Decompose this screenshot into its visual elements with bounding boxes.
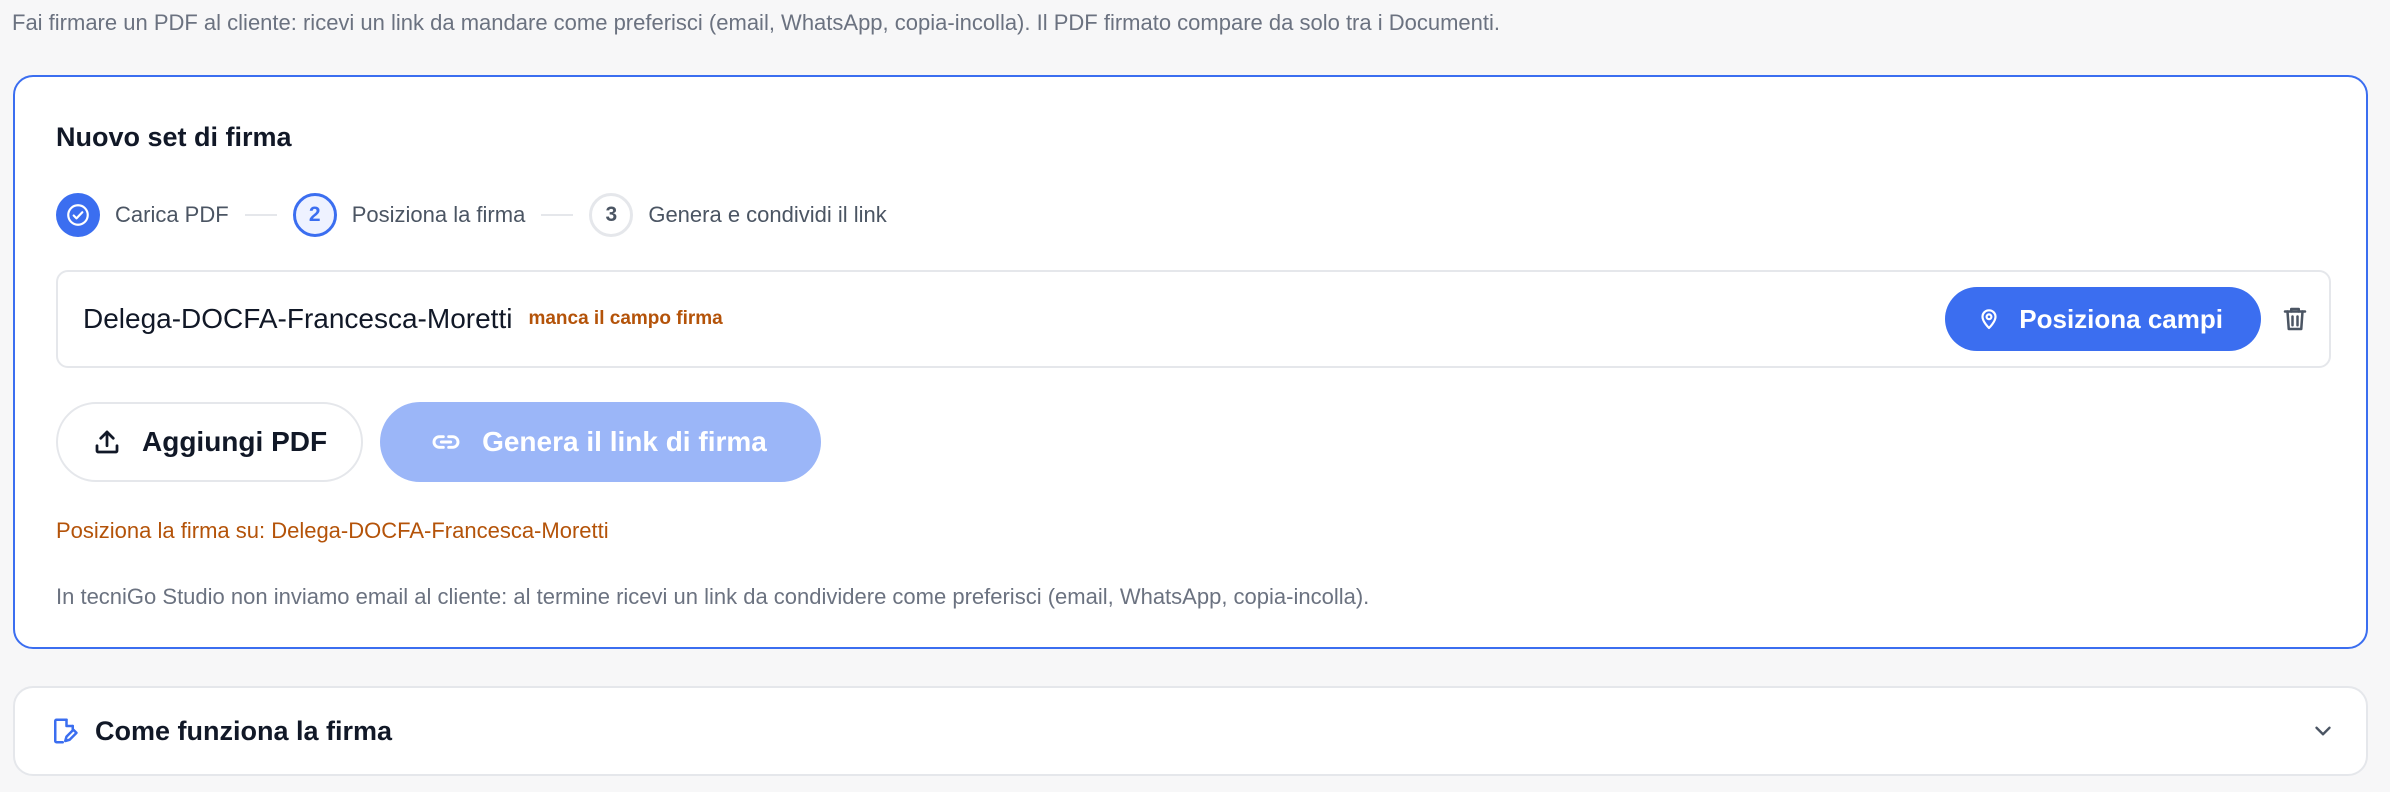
position-fields-button[interactable]: Posiziona campi [1945,287,2261,351]
step-label: Carica PDF [115,202,229,227]
step-label: Genera e condividi il link [648,202,887,227]
add-pdf-label: Aggiungi PDF [142,426,328,457]
generate-signature-link-button[interactable]: Genera il link di firma [380,402,821,482]
document-edit-icon [49,716,79,746]
how-signature-works-accordion[interactable]: Come funziona la firma [13,686,2368,776]
step-label: Posiziona la firma [351,202,526,227]
no-email-note: In tecniGo Studio non inviamo email al c… [56,584,1370,609]
position-fields-label: Posiziona campi [2019,303,2223,334]
new-signature-set-card: Nuovo set di firma Carica PDF 2 Posizion… [13,75,2368,649]
missing-signature-field-badge: manca il campo firma [528,308,723,329]
step-generate-link: 3 Genera e condividi il link [589,193,887,237]
pdf-file-name: Delega-DOCFA-Francesca-Moretti [83,303,513,334]
link-icon [430,426,462,458]
accordion-title: Come funziona la firma [95,715,393,746]
generate-signature-link-label: Genera il link di firma [482,426,767,457]
position-signature-hint: Posiziona la firma su: Delega-DOCFA-Fran… [56,518,609,543]
step-number: 3 [589,193,634,237]
upload-icon [92,427,122,457]
chevron-down-icon[interactable] [2310,718,2336,744]
check-circle-icon [56,193,100,237]
trash-icon[interactable] [2275,299,2315,339]
pdf-file-row: Delega-DOCFA-Francesca-Moretti manca il … [56,270,2331,368]
page-intro-text: Fai firmare un PDF al cliente: ricevi un… [12,10,1500,35]
card-title: Nuovo set di firma [56,122,292,152]
step-position-signature: 2 Posiziona la firma [292,193,526,237]
step-divider [244,214,277,216]
stepper: Carica PDF 2 Posiziona la firma 3 Genera… [56,190,887,240]
step-upload-pdf: Carica PDF [56,193,229,237]
card-actions: Aggiungi PDF Genera il link di firma [56,402,821,482]
step-divider [541,214,574,216]
add-pdf-button[interactable]: Aggiungi PDF [56,402,364,482]
map-pin-icon [1977,307,2001,331]
step-number: 2 [292,193,337,237]
